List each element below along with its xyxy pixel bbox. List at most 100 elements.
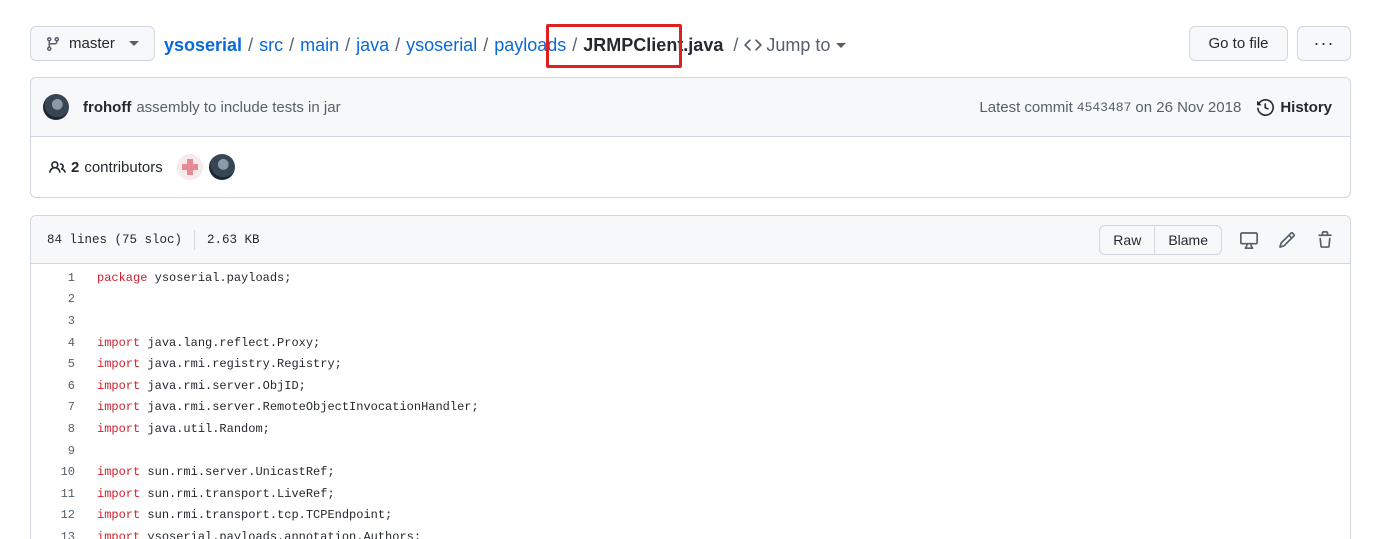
line-number[interactable]: 8 [31, 422, 75, 436]
code-text: java.rmi.server.RemoteObjectInvocationHa… [140, 400, 479, 415]
code-line: 2 [31, 289, 1350, 311]
code-line: 9 [31, 440, 1350, 462]
code-keyword: import [97, 421, 141, 436]
file-line-count: 84 lines (75 sloc) [47, 232, 183, 247]
chevron-down-icon [128, 41, 139, 46]
contributors-label[interactable]: contributors [84, 159, 162, 176]
pencil-icon[interactable] [1278, 231, 1296, 249]
code-text: java.lang.reflect.Proxy; [140, 335, 321, 350]
line-number[interactable]: 4 [31, 336, 75, 350]
avatar[interactable] [208, 154, 235, 180]
file-view-button-group: Raw Blame [1099, 224, 1222, 255]
line-content: import java.rmi.server.ObjID; [75, 379, 306, 393]
line-number[interactable]: 13 [31, 530, 75, 539]
code-line: 6 import java.rmi.server.ObjID; [31, 375, 1350, 397]
history-icon [1257, 98, 1275, 116]
contributors-count[interactable]: 2 [71, 159, 79, 176]
avatar[interactable] [43, 94, 69, 120]
commit-author-link[interactable]: frohoff [83, 99, 131, 116]
more-options-button[interactable]: ··· [1297, 26, 1351, 61]
commit-sha-link[interactable]: 4543487 [1077, 100, 1132, 115]
raw-button[interactable]: Raw [1100, 226, 1154, 254]
line-content: package ysoserial.payloads; [75, 271, 291, 285]
file-viewer: 84 lines (75 sloc) 2.63 KB Raw Blame 1 pa… [30, 215, 1351, 539]
line-number[interactable]: 9 [31, 444, 75, 458]
line-content: import sun.rmi.transport.tcp.TCPEndpoint… [75, 508, 392, 522]
breadcrumb-separator: / [395, 34, 401, 55]
code-text: sun.rmi.server.UnicastRef; [140, 465, 335, 480]
git-branch-icon [46, 36, 59, 51]
history-label: History [1280, 98, 1332, 116]
avatar[interactable] [176, 154, 203, 180]
code-keyword: import [97, 486, 141, 501]
trash-icon[interactable] [1316, 230, 1334, 249]
people-icon [49, 160, 66, 173]
latest-commit-box: frohoff assembly to include tests in jar… [30, 77, 1351, 198]
line-number[interactable]: 12 [31, 508, 75, 522]
line-number[interactable]: 6 [31, 379, 75, 393]
divider [194, 229, 196, 250]
latest-commit-row: frohoff assembly to include tests in jar… [31, 78, 1350, 137]
code-line: 10 import sun.rmi.server.UnicastRef; [31, 461, 1350, 483]
code-line: 7 import java.rmi.server.RemoteObjectInvo… [31, 397, 1350, 419]
code-text: java.rmi.registry.Registry; [140, 357, 342, 372]
line-content: import sun.rmi.server.UnicastRef; [75, 465, 335, 479]
line-number[interactable]: 5 [31, 357, 75, 371]
code-keyword: import [97, 508, 141, 523]
code-line: 13 import ysoserial.payloads.annotation.A… [31, 526, 1350, 539]
branch-label: master [69, 35, 115, 52]
line-number[interactable]: 2 [31, 292, 75, 306]
code-text: ysoserial.payloads; [147, 270, 292, 285]
code-line: 4 import java.lang.reflect.Proxy; [31, 332, 1350, 354]
breadcrumb-link-java[interactable]: java [356, 35, 389, 56]
breadcrumb: ysoserial / src / main / java / ysoseria… [164, 33, 847, 57]
breadcrumb-link-ysoserial[interactable]: ysoserial [406, 35, 477, 56]
blame-button[interactable]: Blame [1154, 225, 1221, 254]
desktop-icon[interactable] [1240, 231, 1258, 249]
breadcrumb-link-src[interactable]: src [259, 35, 283, 56]
latest-commit-label: Latest commit [979, 98, 1073, 116]
branch-selector-button[interactable]: master [30, 26, 155, 61]
code-line: 3 [31, 310, 1350, 332]
code-text: java.util.Random; [140, 421, 270, 436]
breadcrumb-link-main[interactable]: main [300, 35, 339, 56]
line-content: import java.util.Random; [75, 422, 270, 436]
breadcrumb-current-file: JRMPClient.java [583, 34, 724, 55]
code-line: 11 import sun.rmi.transport.LiveRef; [31, 483, 1350, 505]
breadcrumb-link-payloads[interactable]: payloads [494, 35, 566, 56]
line-content: import java.rmi.server.RemoteObjectInvoc… [75, 400, 479, 414]
line-number[interactable]: 3 [31, 314, 75, 328]
breadcrumb-separator: / [733, 34, 739, 55]
code-keyword: import [97, 529, 141, 539]
file-size: 2.63 KB [207, 232, 260, 247]
code-keyword: package [97, 270, 148, 285]
code-keyword: import [97, 335, 141, 350]
code-text: sun.rmi.transport.LiveRef; [140, 486, 335, 501]
breadcrumb-separator: / [289, 34, 295, 55]
line-number[interactable]: 1 [31, 271, 75, 285]
contributor-avatars [176, 154, 235, 180]
code-text: java.rmi.server.ObjID; [140, 378, 306, 393]
breadcrumb-repo-link[interactable]: ysoserial [164, 35, 242, 56]
line-number[interactable]: 10 [31, 465, 75, 479]
go-to-file-button[interactable]: Go to file [1189, 26, 1288, 61]
file-header: 84 lines (75 sloc) 2.63 KB Raw Blame [31, 216, 1350, 264]
line-number[interactable]: 7 [31, 400, 75, 414]
line-number[interactable]: 11 [31, 487, 75, 501]
history-link[interactable]: History [1257, 99, 1332, 116]
chevron-down-icon [836, 42, 847, 48]
contributors-row: 2 contributors [31, 137, 1350, 197]
line-content: import java.lang.reflect.Proxy; [75, 336, 320, 350]
breadcrumb-separator: / [483, 34, 489, 55]
code-keyword: import [97, 357, 141, 372]
commit-date: on 26 Nov 2018 [1135, 98, 1242, 116]
code-lines: 1 package ysoserial.payloads; 2 3 4 import ja… [31, 264, 1350, 539]
jump-to-button[interactable]: Jump to [744, 35, 847, 56]
line-content: import java.rmi.registry.Registry; [75, 357, 342, 371]
commit-message-link[interactable]: assembly to include tests in jar [136, 99, 340, 116]
code-line: 12 import sun.rmi.transport.tcp.TCPEndpoi… [31, 505, 1350, 527]
line-content: import sun.rmi.transport.LiveRef; [75, 487, 335, 501]
code-keyword: import [97, 378, 141, 393]
code-line: 5 import java.rmi.registry.Registry; [31, 353, 1350, 375]
breadcrumb-separator: / [345, 34, 351, 55]
